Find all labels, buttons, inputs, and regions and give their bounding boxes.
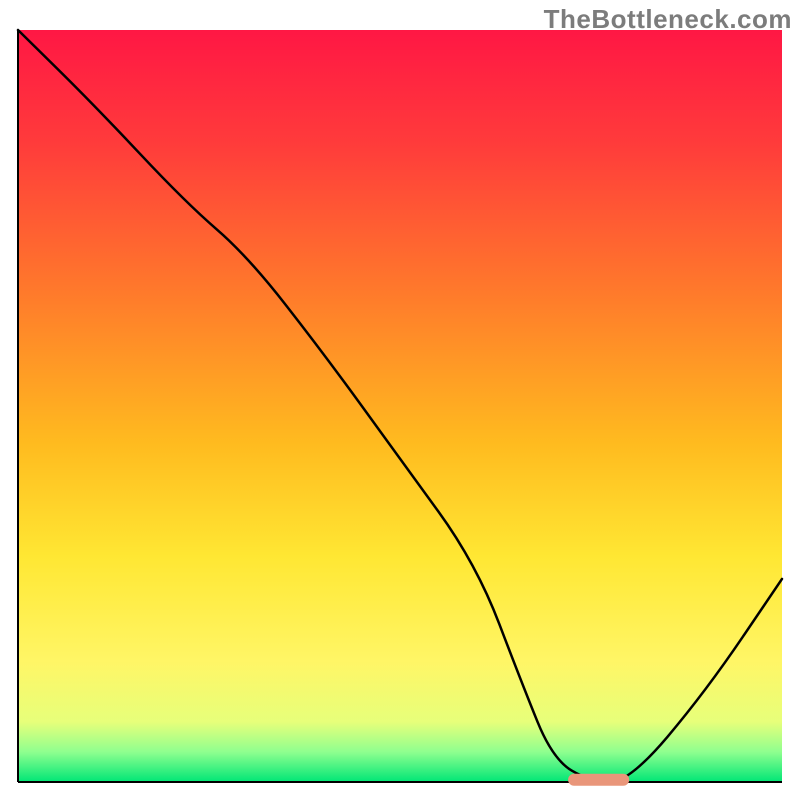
- bottleneck-chart: [0, 0, 800, 800]
- chart-container: TheBottleneck.com: [0, 0, 800, 800]
- optimal-range-marker: [568, 774, 629, 786]
- plot-background: [18, 30, 782, 782]
- watermark-text: TheBottleneck.com: [544, 4, 792, 35]
